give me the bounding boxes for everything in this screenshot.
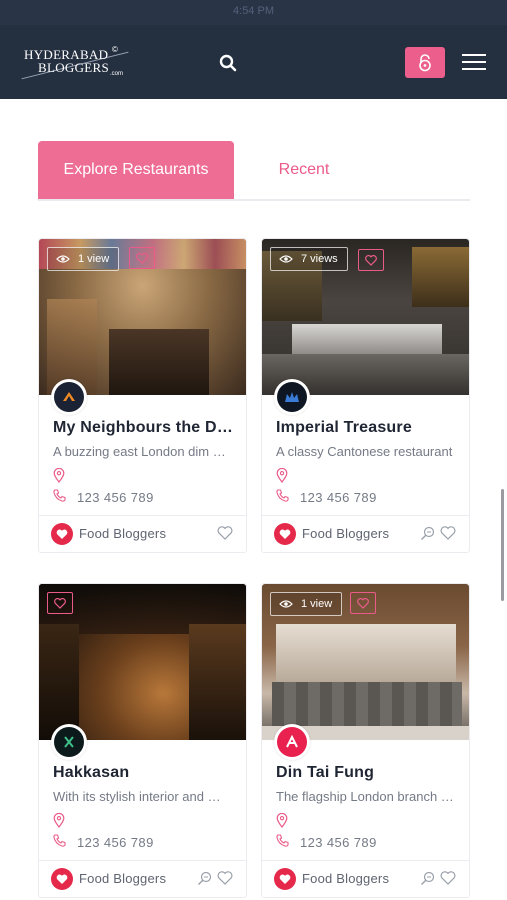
listing-description: A classy Cantonese restaurant bbox=[276, 444, 453, 459]
view-count: 1 view bbox=[78, 253, 110, 265]
quick-view-icon[interactable] bbox=[197, 871, 212, 886]
listing-tabs: Explore Restaurants Recent bbox=[38, 141, 470, 201]
listing-description: The flagship London branch of the famous… bbox=[276, 789, 454, 804]
bookmark-button[interactable] bbox=[350, 592, 376, 614]
listing-card[interactable]: 1 view Din Tai Fung The flagship London … bbox=[261, 583, 470, 898]
heart-outline-icon bbox=[136, 252, 148, 264]
heart-outline-icon bbox=[54, 597, 66, 609]
listing-phone[interactable]: 123 456 789 bbox=[77, 835, 154, 850]
phone-icon bbox=[276, 834, 289, 847]
view-count-badge: 1 view bbox=[47, 247, 120, 271]
phone-icon bbox=[276, 489, 289, 502]
author-name[interactable]: Food Bloggers bbox=[79, 526, 166, 541]
heart-outline-icon bbox=[357, 597, 369, 609]
view-count: 1 view bbox=[301, 598, 333, 610]
heart-icon bbox=[56, 874, 68, 884]
listing-phone[interactable]: 123 456 789 bbox=[300, 835, 377, 850]
bookmark-button[interactable] bbox=[358, 249, 384, 271]
location-pin-icon bbox=[53, 468, 65, 483]
listing-title[interactable]: My Neighbours the Dumplings bbox=[53, 419, 238, 437]
location-pin-icon bbox=[276, 468, 288, 483]
phone-icon bbox=[53, 489, 66, 502]
eye-icon bbox=[279, 600, 293, 608]
dumpling-logo-icon bbox=[63, 392, 75, 401]
eye-icon bbox=[56, 255, 70, 263]
restaurant-logo bbox=[274, 724, 310, 760]
logo-suffix: .com bbox=[110, 71, 124, 77]
listing-photo[interactable]: 7 views bbox=[262, 239, 469, 395]
menu-icon bbox=[462, 54, 486, 70]
listing-description: A buzzing east London dim sum restaurant bbox=[53, 444, 231, 459]
listing-phone[interactable]: 123 456 789 bbox=[300, 490, 377, 505]
heart-icon bbox=[279, 874, 291, 884]
tab-recent[interactable]: Recent bbox=[234, 141, 374, 199]
search-button[interactable] bbox=[213, 48, 243, 78]
card-footer: Food Bloggers bbox=[39, 860, 246, 898]
author-name[interactable]: Food Bloggers bbox=[302, 871, 389, 886]
view-count-badge: 1 view bbox=[270, 592, 343, 616]
author-name[interactable]: Food Bloggers bbox=[79, 871, 166, 886]
quick-view-icon[interactable] bbox=[420, 526, 435, 541]
quick-view-icon[interactable] bbox=[420, 871, 435, 886]
listing-phone[interactable]: 123 456 789 bbox=[77, 490, 154, 505]
listing-photo[interactable]: 1 view bbox=[262, 584, 469, 740]
tab-explore-restaurants[interactable]: Explore Restaurants bbox=[38, 141, 234, 199]
location-pin-icon bbox=[53, 813, 65, 828]
site-logo[interactable]: HYDERABAD © BLOGGERS .com bbox=[20, 45, 132, 85]
favorite-icon[interactable] bbox=[440, 871, 456, 885]
restaurant-logo bbox=[51, 724, 87, 760]
lock-icon bbox=[419, 53, 431, 71]
status-bar: 4:54 PM bbox=[0, 0, 507, 25]
heart-outline-icon bbox=[365, 254, 377, 266]
author-avatar[interactable] bbox=[274, 523, 296, 545]
card-footer: Food Bloggers bbox=[262, 515, 469, 553]
page-scrollbar[interactable] bbox=[501, 489, 504, 601]
listing-description: With its stylish interior and modern cui… bbox=[53, 789, 231, 804]
bookmark-button[interactable] bbox=[129, 247, 155, 269]
listing-photo[interactable] bbox=[39, 584, 246, 740]
lock-button[interactable] bbox=[405, 47, 445, 78]
logo-line2: BLOGGERS bbox=[38, 60, 110, 75]
favorite-icon[interactable] bbox=[217, 526, 233, 540]
location-pin-icon bbox=[276, 813, 288, 828]
card-footer: Food Bloggers bbox=[262, 860, 469, 898]
restaurant-logo bbox=[51, 379, 87, 415]
hakkasan-logo-icon bbox=[64, 736, 74, 748]
author-avatar[interactable] bbox=[51, 868, 73, 890]
heart-icon bbox=[279, 529, 291, 539]
favorite-icon[interactable] bbox=[440, 526, 456, 540]
listing-card[interactable]: 1 view My Neighbours the Dumplings A buz… bbox=[38, 238, 247, 553]
status-time: 4:54 PM bbox=[233, 5, 274, 17]
menu-button[interactable] bbox=[458, 48, 490, 76]
listing-photo[interactable]: 1 view bbox=[39, 239, 246, 395]
card-footer: Food Bloggers bbox=[39, 515, 246, 553]
favorite-icon[interactable] bbox=[217, 871, 233, 885]
author-avatar[interactable] bbox=[51, 523, 73, 545]
listing-card[interactable]: Hakkasan With its stylish interior and m… bbox=[38, 583, 247, 898]
author-avatar[interactable] bbox=[274, 868, 296, 890]
din-tai-fung-logo-icon bbox=[286, 735, 298, 748]
restaurant-logo bbox=[274, 379, 310, 415]
phone-icon bbox=[53, 834, 66, 847]
eye-icon bbox=[279, 255, 293, 263]
bookmark-button[interactable] bbox=[47, 592, 73, 614]
view-count-badge: 7 views bbox=[270, 247, 348, 271]
author-name[interactable]: Food Bloggers bbox=[302, 526, 389, 541]
listing-card[interactable]: 7 views Imperial Treasure A classy Canto… bbox=[261, 238, 470, 553]
view-count: 7 views bbox=[301, 253, 338, 265]
crown-logo-icon bbox=[285, 392, 299, 402]
search-icon bbox=[219, 54, 237, 72]
listing-title[interactable]: Hakkasan bbox=[53, 764, 238, 782]
listing-title[interactable]: Imperial Treasure bbox=[276, 419, 461, 437]
heart-icon bbox=[56, 529, 68, 539]
listing-title[interactable]: Din Tai Fung bbox=[276, 764, 461, 782]
